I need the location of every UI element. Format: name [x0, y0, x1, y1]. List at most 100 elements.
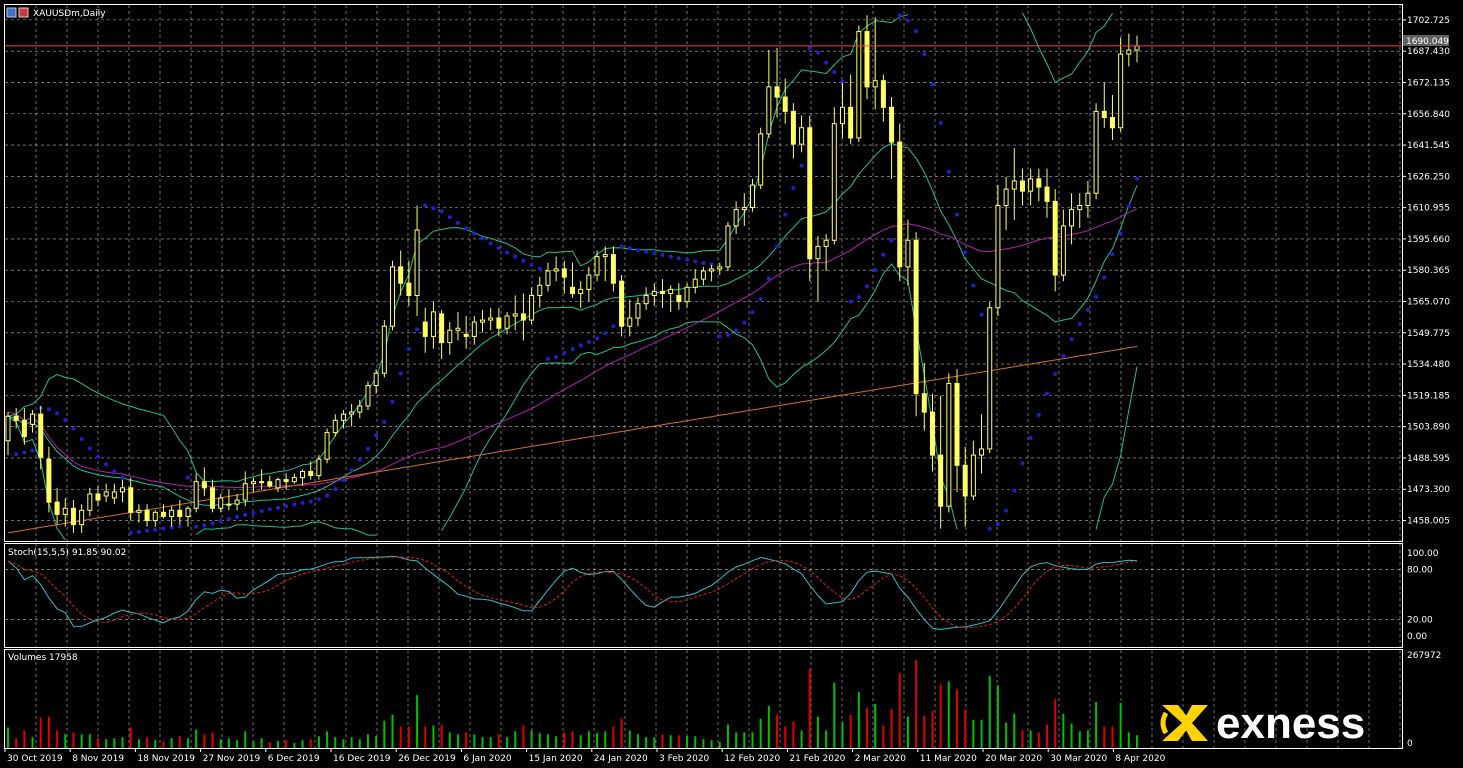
candle-body	[1019, 180, 1025, 192]
candle-body	[987, 307, 993, 450]
chart-window-icon-2	[18, 7, 29, 18]
x-tick-label: 30 Oct 2019	[7, 754, 63, 764]
candle-body	[201, 481, 207, 489]
candle-body	[5, 415, 11, 442]
sar-dot	[496, 246, 501, 251]
candle	[807, 115, 813, 282]
price-tick-label: 1565.070	[1407, 297, 1450, 307]
x-tick-label: 26 Dec 2019	[398, 754, 456, 764]
sar-dot	[447, 215, 452, 220]
sar-dot	[922, 52, 927, 57]
sar-dot	[775, 244, 780, 249]
candle	[365, 381, 371, 411]
price-tick-label: 1488.595	[1407, 454, 1450, 464]
price-tick-label: 1595.660	[1407, 235, 1450, 245]
candle-body	[390, 266, 396, 327]
stoch-tick-label: 0.00	[1407, 632, 1427, 642]
x-tick-label: 12 Feb 2020	[724, 754, 780, 764]
candle-body	[1118, 53, 1124, 129]
sar-dot	[300, 501, 305, 506]
symbol-title: XAUUSDm,Daily	[33, 9, 106, 19]
price-tick-label: 1503.890	[1407, 423, 1450, 433]
candle-body	[1134, 45, 1140, 51]
candle-body	[324, 432, 330, 460]
sar-dot	[586, 339, 591, 344]
sar-dot	[341, 477, 346, 482]
sar-dot	[1135, 176, 1139, 181]
sar-dot	[251, 510, 256, 515]
sar-dot	[963, 250, 968, 255]
sar-dot	[676, 256, 681, 261]
candle-body	[357, 405, 363, 413]
price-tick-label: 1687.430	[1407, 47, 1450, 57]
stoch-label: Stoch(15,5,5) 91.85 90.02	[8, 548, 126, 558]
sar-dot	[979, 312, 984, 317]
candle-body	[128, 487, 134, 513]
candle-body	[300, 470, 306, 479]
sar-dot	[668, 254, 673, 259]
sar-dot	[112, 469, 117, 474]
sar-dot	[439, 209, 444, 214]
sar-dot	[55, 411, 60, 416]
candle-body	[111, 491, 117, 499]
sar-dot	[783, 212, 788, 217]
sar-dot	[202, 523, 207, 528]
sar-dot	[840, 79, 845, 84]
candle-body	[430, 311, 436, 337]
price-tick-label: 1458.005	[1407, 517, 1450, 527]
sar-dot	[1077, 321, 1082, 326]
x-tick-label: 8 Apr 2020	[1115, 754, 1165, 764]
sar-dot	[357, 457, 362, 462]
sar-dot	[46, 407, 51, 412]
candle-body	[1077, 204, 1083, 211]
sar-dot	[881, 252, 886, 257]
sar-dot	[390, 399, 395, 404]
price-tick-label: 1519.185	[1407, 391, 1450, 401]
sar-dot	[554, 355, 559, 360]
volume-tick-label: 267972	[1407, 651, 1441, 661]
sar-dot	[292, 502, 297, 507]
sar-dot	[946, 169, 951, 174]
x-tick-label: 18 Nov 2019	[137, 754, 195, 764]
candle-body	[185, 507, 191, 517]
trading-chart[interactable]: 30 Oct 2019 8 Nov 2019 18 Nov 2019 27 Nov 2…	[0, 0, 1463, 768]
price-tick-label: 1610.955	[1407, 204, 1450, 214]
candle-body	[741, 207, 747, 211]
candle-body	[1109, 117, 1115, 129]
sar-dot	[365, 446, 370, 451]
candle-body	[717, 266, 723, 270]
candle-body	[70, 507, 76, 526]
sar-dot	[889, 238, 894, 243]
candle-body	[120, 487, 126, 493]
sar-dot	[398, 371, 403, 376]
sar-dot	[619, 244, 624, 249]
sar-dot	[529, 262, 534, 267]
sar-dot	[595, 336, 600, 341]
candle-body	[349, 411, 355, 415]
sar-dot	[259, 509, 264, 514]
candle-body	[692, 278, 698, 288]
sar-dot	[472, 231, 477, 236]
candle-body	[520, 313, 526, 321]
candle-body	[422, 321, 428, 337]
candle	[725, 221, 731, 271]
candle-body	[406, 282, 412, 297]
candle-body	[905, 239, 911, 268]
candle-body	[880, 80, 886, 108]
candle-body	[291, 477, 297, 483]
candle-body	[275, 479, 281, 489]
candle-body	[889, 106, 895, 143]
candle-body	[136, 509, 142, 513]
sar-dot	[971, 283, 976, 288]
sar-dot	[1028, 436, 1033, 441]
sar-dot	[717, 334, 722, 339]
sar-dot	[308, 499, 313, 504]
candle-body	[782, 96, 788, 112]
candle-body	[848, 106, 854, 139]
candle-body	[799, 127, 805, 145]
candle-body	[946, 382, 952, 507]
sar-dot	[660, 253, 665, 258]
candle-body	[938, 454, 944, 507]
price-tick-label: 1580.365	[1407, 266, 1450, 276]
x-tick-label: 15 Jan 2020	[529, 754, 583, 764]
